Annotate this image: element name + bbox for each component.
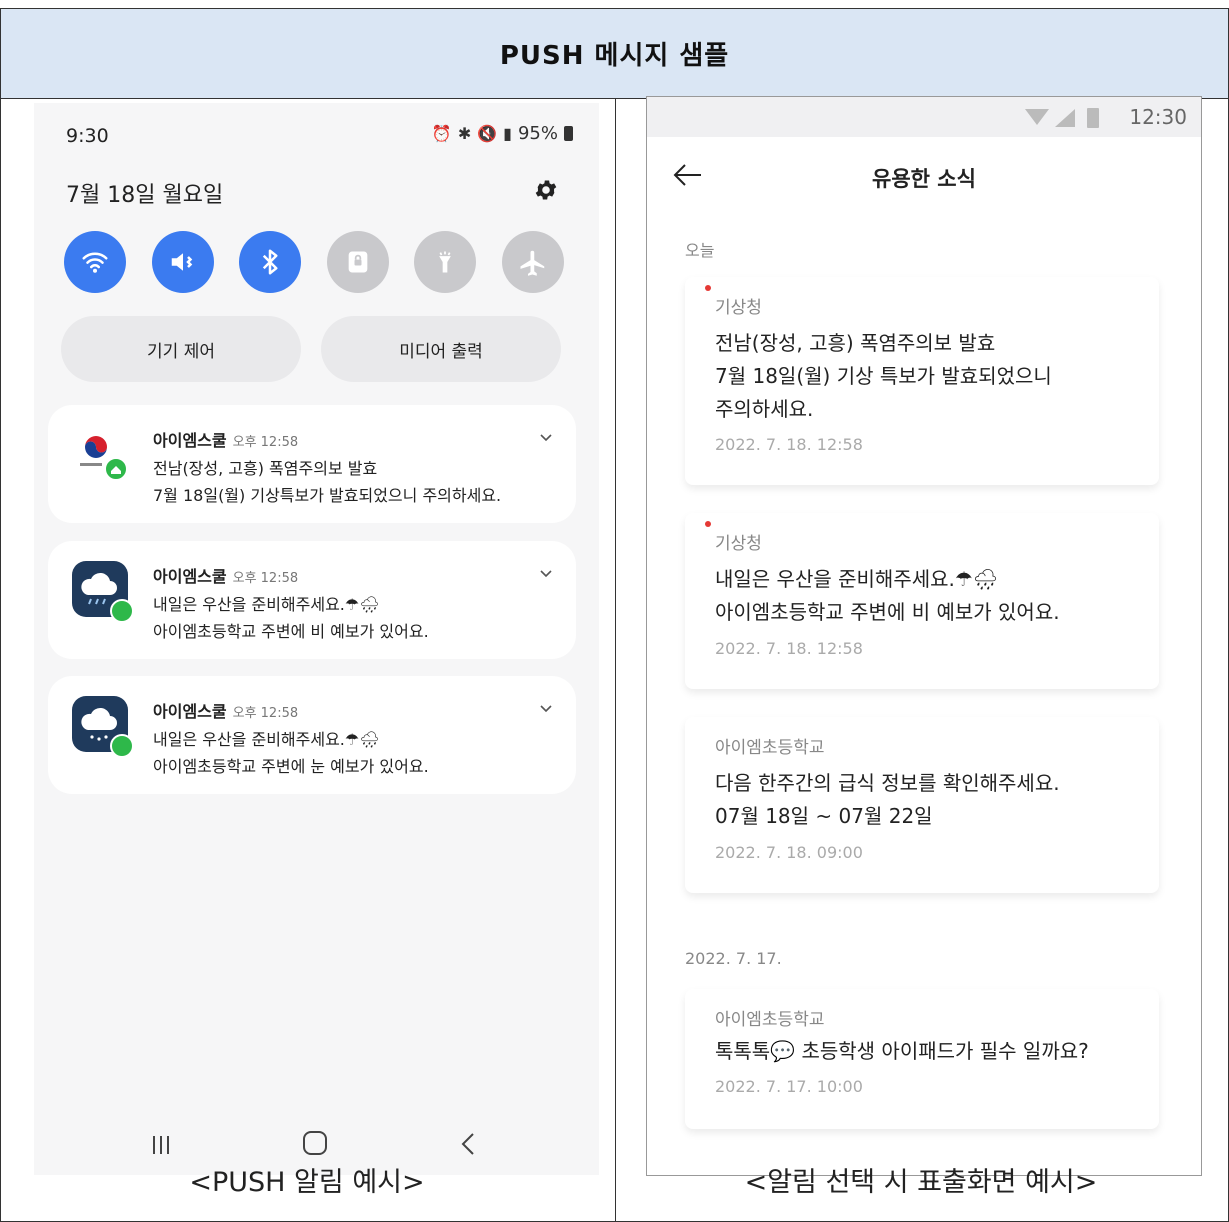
media-output-button[interactable]: 미디어 출력	[321, 316, 561, 382]
card-text: 7월 18일(월) 기상 특보가 발효되었으니	[715, 364, 1052, 388]
card-text: 아이엠초등학교 주변에 비 예보가 있어요.	[715, 600, 1060, 624]
device-control-button[interactable]: 기기 제어	[61, 316, 301, 382]
kma-logo-icon	[72, 425, 128, 481]
card-date: 2022. 7. 18. 12:58	[715, 639, 863, 658]
cloud-snow-icon	[72, 696, 134, 758]
status-bar: 12:30	[647, 97, 1201, 137]
chevron-down-icon[interactable]	[538, 700, 554, 716]
card-text: 톡톡톡💬 초등학생 아이패드가 필수 일까요?	[715, 1039, 1089, 1063]
cloud-rain-icon	[72, 561, 134, 623]
card-sender: 아이엠초등학교	[715, 1010, 825, 1030]
flashlight-toggle[interactable]	[414, 231, 477, 293]
chevron-down-icon[interactable]	[538, 429, 554, 445]
status-time: 12:30	[1129, 105, 1187, 129]
recent-apps-icon[interactable]	[151, 1133, 171, 1157]
app-badge-icon	[110, 599, 134, 623]
app-badge-icon	[110, 734, 134, 758]
wifi-toggle[interactable]	[64, 231, 126, 293]
notification-title: 내일은 우산을 준비해주세요.☂🌧	[153, 730, 380, 749]
chevron-down-icon[interactable]	[538, 565, 554, 581]
news-list-screen: 12:30 유용한 소식 오늘 기상청 전남(장성, 고흥) 폭염주의보 발효 …	[646, 96, 1202, 1176]
quick-settings-row	[64, 231, 564, 293]
card-text: 다음 한주간의 급식 정보를 확인해주세요.	[715, 771, 1060, 795]
notification-title: 전남(장성, 고흥) 폭염주의보 발효	[153, 459, 378, 478]
card-sender: 기상청	[715, 534, 762, 554]
notification-shade-screen: 9:30 ⏰ ✱ 🔇 ▮ 95% 7월 18일 월요일 기기 제어 미디어 출력	[34, 103, 599, 1175]
unread-dot	[705, 521, 711, 527]
signal-battery-icons	[1025, 108, 1099, 128]
notification-app-name: 아이엠스쿨 오후 12:58	[153, 567, 299, 586]
mute-status-icon: 🔇	[477, 124, 498, 143]
notification-card[interactable]: 아이엠스쿨 오후 12:58 전남(장성, 고흥) 폭염주의보 발효 7월 18일…	[48, 405, 576, 523]
bluetooth-icon	[263, 249, 278, 275]
signal-icon: ▮	[503, 124, 512, 143]
notification-body: 아이엠초등학교 주변에 눈 예보가 있어요.	[153, 757, 429, 776]
notification-time: 오후 12:58	[232, 706, 299, 721]
alarm-icon: ⏰	[431, 124, 452, 143]
lock-icon	[348, 251, 368, 273]
shade-date: 7월 18일 월요일	[66, 183, 224, 208]
news-card[interactable]: 아이엠초등학교 다음 한주간의 급식 정보를 확인해주세요. 07월 18일 ~…	[685, 717, 1159, 893]
notification-card[interactable]: 아이엠스쿨 오후 12:58 내일은 우산을 준비해주세요.☂🌧 아이엠초등학교 …	[48, 541, 576, 659]
news-card[interactable]: 기상청 전남(장성, 고흥) 폭염주의보 발효 7월 18일(월) 기상 특보가…	[685, 277, 1159, 485]
battery-percent: 95%	[517, 123, 558, 144]
notification-body: 아이엠초등학교 주변에 비 예보가 있어요.	[153, 622, 429, 641]
flashlight-icon	[439, 251, 452, 273]
column-divider	[615, 99, 616, 1222]
card-sender: 기상청	[715, 298, 762, 318]
news-card[interactable]: 기상청 내일은 우산을 준비해주세요.☂🌧 아이엠초등학교 주변에 비 예보가 …	[685, 513, 1159, 689]
notification-app-name: 아이엠스쿨 오후 12:58	[153, 431, 299, 450]
card-text: 전남(장성, 고흥) 폭염주의보 발효	[715, 331, 996, 355]
card-text: 주의하세요.	[715, 397, 814, 421]
section-label: 오늘	[685, 241, 715, 260]
bluetooth-status-icon: ✱	[457, 124, 472, 143]
card-date: 2022. 7. 18. 12:58	[715, 435, 863, 454]
page-title: 유용한 소식	[872, 167, 976, 191]
notification-app-name: 아이엠스쿨 오후 12:58	[153, 702, 299, 721]
document-title: PUSH 메시지 샘플	[1, 9, 1228, 99]
right-caption: <알림 선택 시 표출화면 예시>	[744, 1167, 1098, 1198]
notification-title: 내일은 우산을 준비해주세요.☂🌧	[153, 595, 380, 614]
notification-time: 오후 12:58	[232, 571, 299, 586]
airplane-icon	[520, 250, 545, 276]
notification-body: 7월 18일(월) 기상특보가 발효되었으니 주의하세요.	[153, 486, 502, 505]
rotation-lock-toggle[interactable]	[326, 231, 389, 293]
gear-icon[interactable]	[533, 177, 559, 203]
back-icon[interactable]	[458, 1131, 478, 1157]
shortcut-pills: 기기 제어 미디어 출력	[61, 316, 561, 382]
card-date: 2022. 7. 17. 10:00	[715, 1077, 863, 1096]
mute-icon	[171, 253, 192, 271]
notification-time: 오후 12:58	[232, 435, 299, 450]
card-date: 2022. 7. 18. 09:00	[715, 843, 863, 862]
battery-icon	[564, 126, 573, 141]
section-label: 2022. 7. 17.	[685, 949, 782, 968]
unread-dot	[705, 285, 711, 291]
home-icon[interactable]	[303, 1131, 327, 1155]
status-time: 9:30	[66, 125, 109, 147]
status-icons: ⏰ ✱ 🔇 ▮ 95%	[432, 123, 573, 144]
airplane-toggle[interactable]	[501, 231, 564, 293]
sound-toggle[interactable]	[151, 231, 214, 293]
card-text: 내일은 우산을 준비해주세요.☂🌧	[715, 567, 999, 591]
card-sender: 아이엠초등학교	[715, 738, 825, 758]
card-text: 07월 18일 ~ 07월 22일	[715, 804, 933, 828]
notification-card[interactable]: 아이엠스쿨 오후 12:58 내일은 우산을 준비해주세요.☂🌧 아이엠초등학교 …	[48, 676, 576, 794]
left-caption: <PUSH 알림 예시>	[189, 1167, 425, 1198]
news-card[interactable]: 아이엠초등학교 톡톡톡💬 초등학생 아이패드가 필수 일까요? 2022. 7.…	[685, 989, 1159, 1129]
wifi-icon	[82, 252, 108, 273]
bluetooth-toggle[interactable]	[239, 231, 302, 293]
